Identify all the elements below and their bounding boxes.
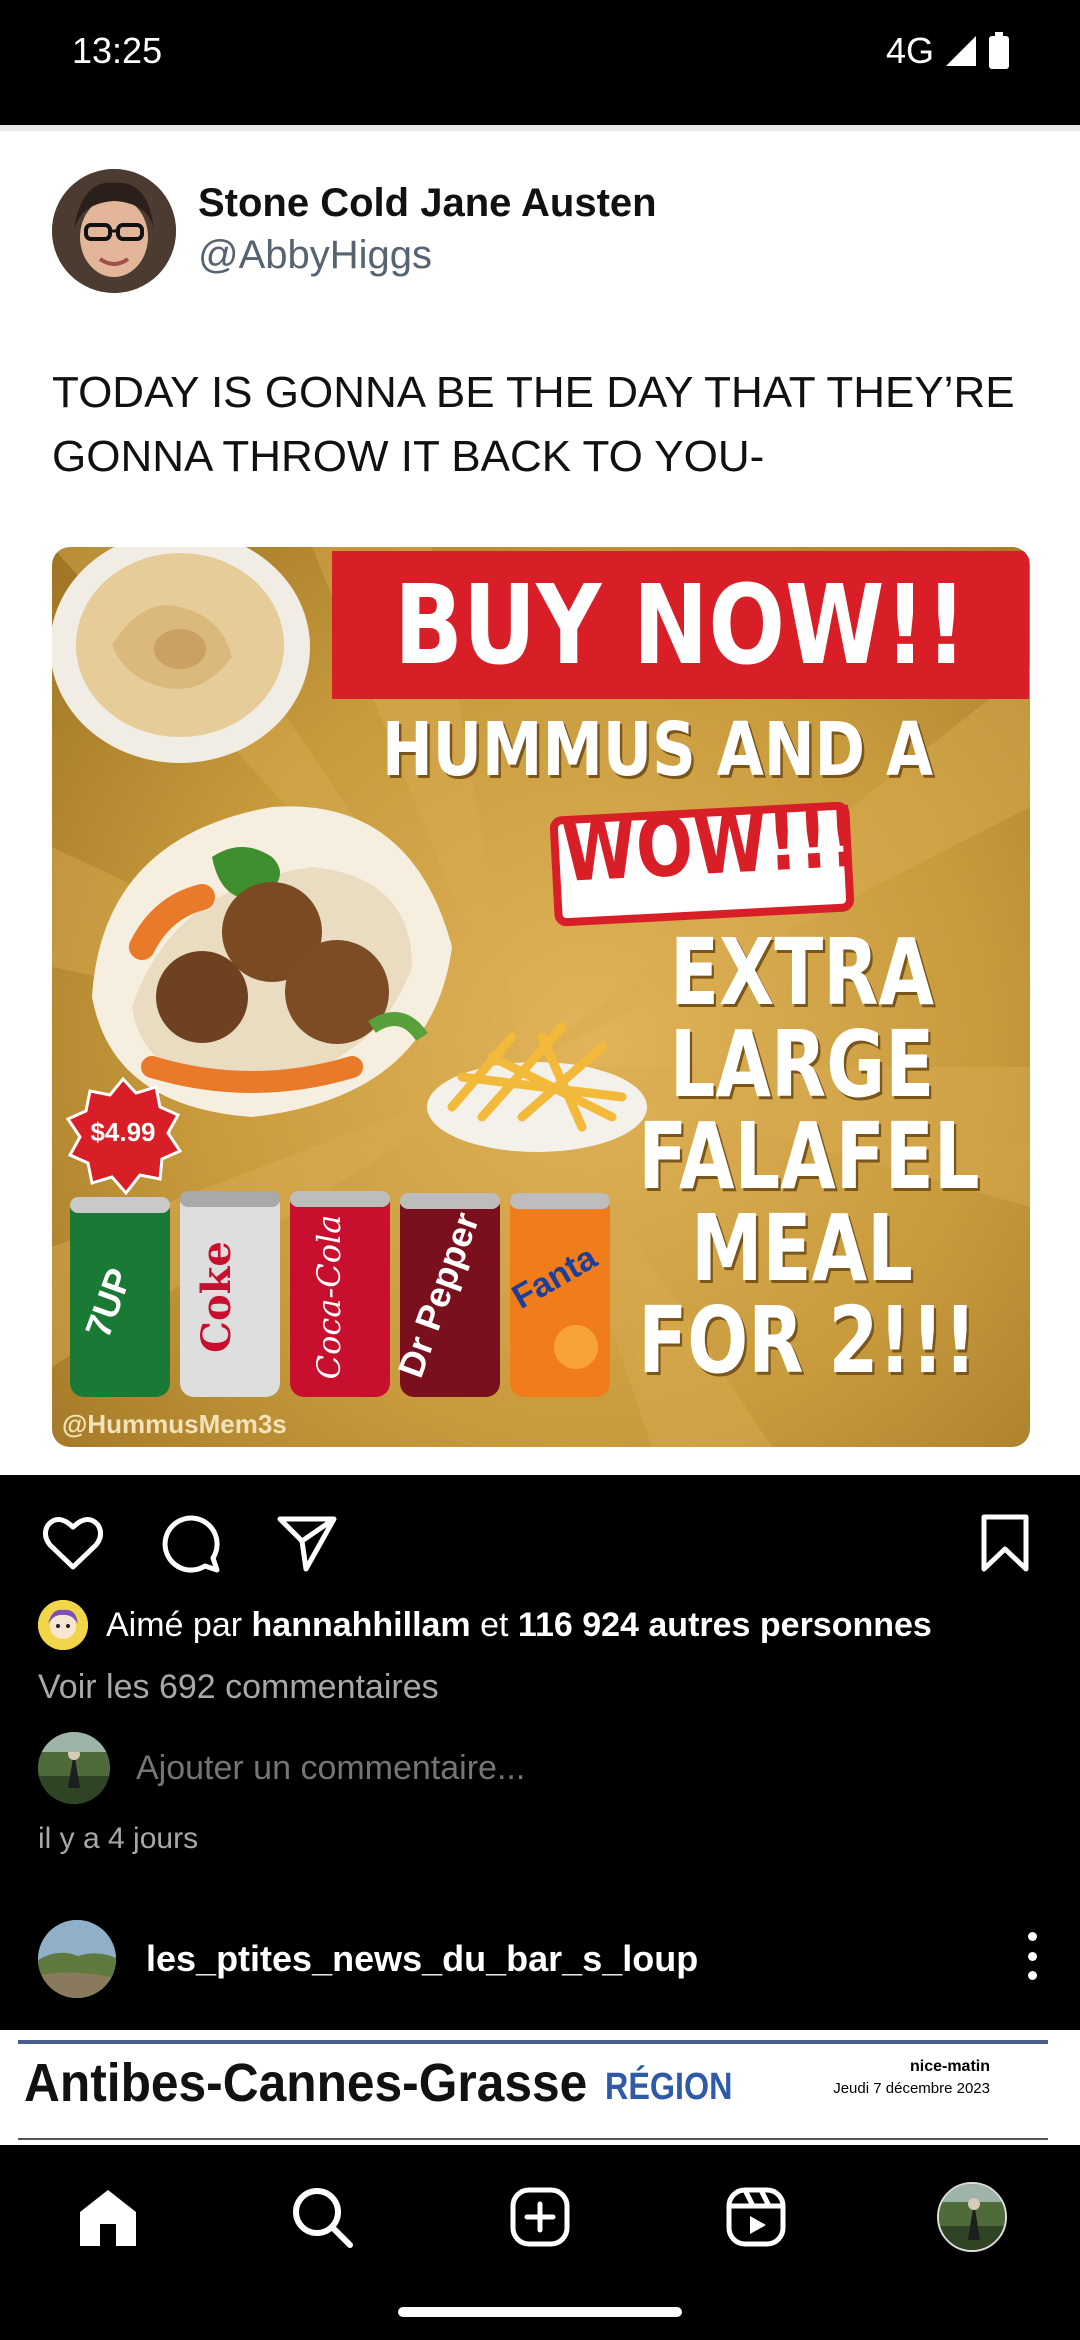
- tweet-text: TODAY IS GONNA BE THE DAY THAT THEY’RE G…: [52, 368, 1015, 481]
- dot: [1027, 1971, 1037, 1980]
- post-actions-bar: [0, 1478, 1080, 1598]
- network-label: 4G: [885, 30, 934, 71]
- promo-subheadline: HUMMUS AND A: [382, 707, 934, 793]
- likes-text: Aimé par hannahhillam et 116 924 autres …: [106, 1606, 932, 1645]
- dot: [1027, 1932, 1037, 1941]
- offer-line: FALAFEL: [638, 1103, 980, 1210]
- wow-text: WOW!!!: [559, 787, 862, 901]
- offer-line: FOR 2!!!: [638, 1287, 977, 1394]
- signal-icon: [946, 36, 976, 66]
- create-icon[interactable]: [500, 2177, 580, 2257]
- svg-text:Coke: Coke: [193, 1241, 240, 1353]
- svg-text:Coca-Cola: Coca-Cola: [310, 1215, 348, 1380]
- dot: [1027, 1951, 1037, 1961]
- tweet-author-name: Stone Cold Jane Austen: [198, 181, 657, 225]
- promo-headline: BUY NOW!!: [332, 551, 1029, 699]
- newspaper-section-title: Antibes-Cannes-Grasse: [24, 2053, 588, 2113]
- newspaper-brand: nice-matin: [909, 2058, 990, 2075]
- status-icons: 4G: [886, 30, 1010, 72]
- reels-icon[interactable]: [716, 2177, 796, 2257]
- promo-ad-image: BUY NOW!! HUMMUS AND A WOW!!! EXTRA LARG…: [52, 547, 1030, 1447]
- tweet-avatar: [52, 169, 176, 293]
- offer-line: MEAL: [691, 1195, 913, 1302]
- hummus-bowl-image: [52, 547, 310, 763]
- profile-avatar-image: [937, 2182, 1007, 2252]
- status-bar: 13:25 4G: [0, 0, 1080, 110]
- newspaper-date: Jeudi 7 décembre 2023: [833, 2080, 990, 2097]
- divider: [18, 2138, 1048, 2140]
- next-post-username[interactable]: les_ptites_news_du_bar_s_loup: [146, 1938, 698, 1980]
- likes-count[interactable]: 116 924 autres personnes: [518, 1606, 932, 1644]
- post-timestamp: il y a 4 jours: [38, 1822, 199, 1855]
- offer-line: EXTRA: [669, 919, 935, 1026]
- share-icon[interactable]: [272, 1508, 342, 1578]
- home-indicator[interactable]: [398, 2307, 682, 2317]
- likes-connector: et: [480, 1605, 509, 1644]
- offer-text: EXTRA LARGE FALAFEL MEAL FOR 2!!!: [592, 927, 1012, 1387]
- bookmark-icon[interactable]: [970, 1508, 1040, 1578]
- add-comment-row: [38, 1732, 579, 1804]
- image-watermark: @HummusMem3s: [62, 1409, 287, 1439]
- battery-icon: [989, 32, 1009, 69]
- heart-icon[interactable]: [38, 1508, 108, 1578]
- tweet-author-handle: @AbbyHiggs: [198, 233, 433, 277]
- price-text: $4.99: [90, 1117, 156, 1147]
- add-comment-input[interactable]: [136, 1748, 579, 1788]
- view-all-comments-link[interactable]: Voir les 692 commentaires: [38, 1668, 439, 1707]
- home-icon[interactable]: [68, 2177, 148, 2257]
- status-time: 13:25: [72, 30, 163, 71]
- my-avatar: [38, 1732, 110, 1804]
- offer-line: LARGE: [669, 1011, 935, 1118]
- liker-username[interactable]: hannahhillam: [252, 1606, 471, 1644]
- next-post-avatar[interactable]: [38, 1920, 116, 1998]
- divider: [18, 2040, 1048, 2044]
- next-post-header: les_ptites_news_du_bar_s_loup: [0, 1918, 1080, 2018]
- bottom-navigation: [0, 2145, 1080, 2340]
- search-icon[interactable]: [282, 2177, 362, 2257]
- divider: [0, 125, 1080, 131]
- likes-summary[interactable]: Aimé par hannahhillam et 116 924 autres …: [38, 1600, 932, 1650]
- likes-prefix: Aimé par: [106, 1605, 243, 1644]
- newspaper-region-label: RÉGION: [605, 2066, 733, 2108]
- post-image[interactable]: Stone Cold Jane Austen @AbbyHiggs TODAY …: [0, 125, 1080, 1475]
- liker-avatar: [38, 1600, 88, 1650]
- next-post-image[interactable]: Antibes-Cannes-Grasse RÉGION nice-matin …: [0, 2030, 1080, 2145]
- more-options-icon[interactable]: [1012, 1926, 1052, 1986]
- profile-avatar[interactable]: [932, 2177, 1012, 2257]
- comment-icon[interactable]: [155, 1508, 225, 1578]
- soda-cans-image: 7UP Coke Coca-Cola Dr Pepper Fanta: [70, 1191, 610, 1397]
